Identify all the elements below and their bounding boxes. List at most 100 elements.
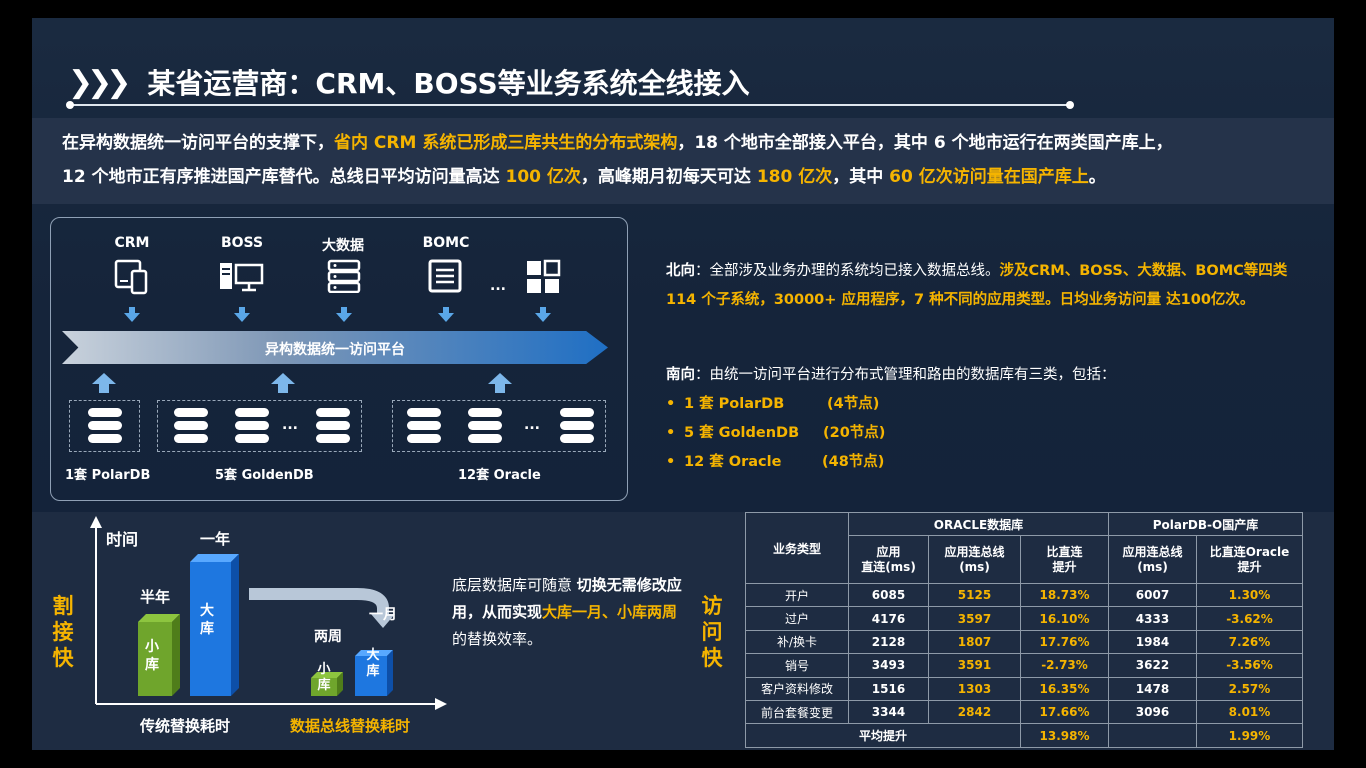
south-item: • bbox=[666, 419, 675, 448]
system-label-bigdata: 大数据 bbox=[322, 238, 364, 254]
vlabel-char: 割 bbox=[52, 594, 74, 618]
group-header-oracle: ORACLE数据库 bbox=[848, 512, 1109, 536]
cell: 3493 bbox=[848, 653, 929, 678]
bus-label: 数据总线替换耗时 bbox=[290, 717, 411, 735]
cell: 1478 bbox=[1108, 676, 1197, 701]
underline-dot bbox=[1066, 101, 1074, 109]
south-item-nodes: (4节点) bbox=[827, 396, 880, 412]
table-row: 补/换卡 2128 1807 17.76% 1984 7.26% bbox=[745, 629, 1303, 655]
cell: 6085 bbox=[848, 582, 929, 608]
system-label-bomc: BOMC bbox=[422, 235, 470, 251]
note-text: 的替换效率。 bbox=[452, 630, 543, 648]
table-row: 客户资料修改 1516 1303 16.35% 1478 2.57% bbox=[745, 676, 1303, 701]
cell: -3.56% bbox=[1196, 653, 1303, 678]
col-header: 应用连总线 (ms) bbox=[928, 535, 1021, 584]
cell: 销号 bbox=[745, 653, 849, 678]
system-ellipsis: ... bbox=[490, 278, 506, 294]
devices-icon bbox=[114, 259, 148, 295]
avg-oracle: 13.98% bbox=[1020, 723, 1109, 748]
north-text: ：全部涉及业务办理的系统均已接入数据总线。 bbox=[695, 263, 1000, 279]
cell: 17.76% bbox=[1020, 629, 1109, 655]
big-db-label: 大库 bbox=[366, 648, 380, 679]
cell: 16.35% bbox=[1020, 676, 1109, 701]
database-stack-icons bbox=[88, 408, 594, 443]
database-server-icon bbox=[327, 259, 361, 293]
vlabel-char: 接 bbox=[52, 620, 74, 644]
system-label-crm: CRM bbox=[114, 235, 150, 251]
table-row: 前台套餐变更 3344 2842 17.66% 3096 8.01% bbox=[745, 699, 1303, 725]
access-table: 业务类型 ORACLE数据库 PolarDB-O国产库 应用 直连(ms) 应用… bbox=[745, 512, 1303, 748]
cell: 4333 bbox=[1108, 606, 1197, 631]
north-label: 北向 bbox=[666, 263, 695, 279]
underline-dot bbox=[66, 101, 74, 109]
cell: -2.73% bbox=[1020, 653, 1109, 678]
up-arrow-icon bbox=[488, 373, 512, 393]
title-underline bbox=[68, 104, 1068, 106]
intro-highlight: 180 亿次 bbox=[756, 167, 833, 187]
small-db-label: 小库 bbox=[317, 662, 331, 693]
south-label: 南向 bbox=[666, 367, 695, 383]
traditional-label: 传统替换耗时 bbox=[140, 717, 231, 735]
table-row: 开户 6085 5125 18.73% 6007 1.30% bbox=[745, 582, 1303, 608]
note-highlight: 大库一月、小库两周 bbox=[542, 603, 678, 621]
up-arrow-icon bbox=[92, 373, 116, 393]
cell: 5125 bbox=[928, 582, 1021, 608]
cutover-vertical-label: 割接快 bbox=[50, 593, 76, 671]
intro-highlight: 100 亿次 bbox=[505, 167, 581, 187]
cell-empty bbox=[1108, 723, 1197, 748]
up-arrow-icon bbox=[271, 373, 295, 393]
south-item: • bbox=[666, 390, 675, 419]
south-item-nodes: (48节点) bbox=[822, 454, 885, 470]
cell: 补/换卡 bbox=[745, 629, 849, 655]
one-year-label: 一年 bbox=[200, 530, 231, 548]
cell: 3622 bbox=[1108, 653, 1197, 678]
cell: -3.62% bbox=[1196, 606, 1303, 631]
cell: 3591 bbox=[928, 653, 1021, 678]
down-arrow-icon bbox=[438, 307, 454, 322]
group-header-polardb: PolarDB-O国产库 bbox=[1108, 512, 1303, 536]
col-header: 应用连总线 (ms) bbox=[1108, 535, 1197, 584]
cell: 3096 bbox=[1108, 699, 1197, 725]
col-header: 比直连Oracle 提升 bbox=[1196, 535, 1303, 584]
south-item-name: 1 套 PolarDB bbox=[684, 396, 785, 412]
col-header-type: 业务类型 bbox=[745, 512, 849, 584]
one-month-label: 一月 bbox=[369, 607, 397, 623]
cell: 3597 bbox=[928, 606, 1021, 631]
chevron-icon: ❯❯❯ bbox=[68, 64, 131, 100]
half-year-label: 半年 bbox=[140, 588, 171, 606]
intro-segment: 。 bbox=[1088, 167, 1106, 187]
cell: 客户资料修改 bbox=[745, 676, 849, 701]
access-vertical-label: 访问快 bbox=[699, 593, 725, 671]
intro-highlight: 60 亿次访问量在国产库上 bbox=[889, 167, 1089, 187]
col-header: 比直连 提升 bbox=[1020, 535, 1109, 584]
document-list-icon bbox=[428, 259, 462, 293]
cell: 1984 bbox=[1108, 629, 1197, 655]
avg-label: 平均提升 bbox=[745, 723, 1021, 748]
vlabel-char: 问 bbox=[701, 620, 723, 644]
cell: 1516 bbox=[848, 676, 929, 701]
cell: 开户 bbox=[745, 582, 849, 608]
access-platform-arrow: 异构数据统一访问平台 bbox=[62, 331, 608, 364]
axis-y-label: 时间 bbox=[106, 530, 139, 549]
cell: 16.10% bbox=[1020, 606, 1109, 631]
cell: 4176 bbox=[848, 606, 929, 631]
table-row-average: 平均提升 13.98% 1.99% bbox=[745, 723, 1303, 748]
intro-segment: 12 个地市正有序推进国产库替代。总线日平均访问量高达 bbox=[62, 167, 506, 187]
small-db-label: 小库 bbox=[145, 639, 159, 673]
cell: 1807 bbox=[928, 629, 1021, 655]
intro-highlight: 省内 CRM 系统已形成三库共生的分布式架构 bbox=[334, 133, 678, 153]
db-ellipsis: ... bbox=[282, 417, 298, 433]
south-item: • bbox=[666, 448, 675, 477]
intro-segment: 在异构数据统一访问平台的支撑下， bbox=[62, 133, 334, 153]
apps-grid-icon bbox=[527, 259, 561, 293]
bullet-icon: • bbox=[666, 425, 676, 441]
goldendb-label: 5套 GoldenDB bbox=[215, 468, 314, 483]
down-arrow-icon bbox=[124, 307, 140, 322]
cell: 1303 bbox=[928, 676, 1021, 701]
vlabel-char: 快 bbox=[52, 646, 74, 670]
cell: 6007 bbox=[1108, 582, 1197, 608]
cell: 1.30% bbox=[1196, 582, 1303, 608]
south-item-nodes: (20节点) bbox=[823, 425, 886, 441]
avg-polardb: 1.99% bbox=[1196, 723, 1303, 748]
col-header: 应用 直连(ms) bbox=[848, 535, 929, 584]
